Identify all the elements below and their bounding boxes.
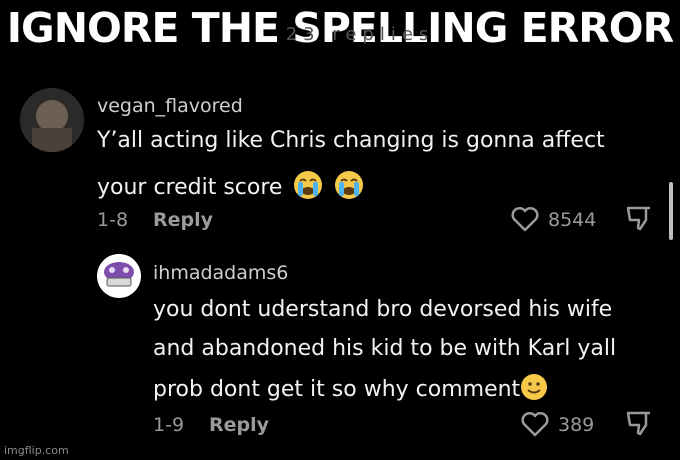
watermark: imgflip.com <box>4 444 69 457</box>
reply-button[interactable]: Reply <box>209 414 269 436</box>
heart-icon[interactable] <box>510 206 540 236</box>
loudly-crying-face-icon <box>293 170 323 206</box>
comment-username[interactable]: vegan_flavored <box>97 95 243 117</box>
slightly-smiling-face-icon <box>520 373 548 407</box>
loudly-crying-face-icon <box>334 170 364 206</box>
comment-date: 1-9 <box>153 414 185 436</box>
scrollbar[interactable] <box>669 182 673 240</box>
replies-count-header: 23 replies <box>285 24 435 45</box>
like-count: 389 <box>558 414 595 436</box>
reply-button[interactable]: Reply <box>153 209 213 231</box>
comment-username[interactable]: ihmadadams6 <box>153 262 288 284</box>
user-avatar-image <box>97 254 141 298</box>
comment-text-line: and abandoned his kid to be with Karl ya… <box>153 336 617 361</box>
comment-text: your credit score <box>97 175 283 200</box>
heart-icon[interactable] <box>520 411 550 441</box>
comment-date: 1-8 <box>97 209 129 231</box>
like-count: 8544 <box>548 209 597 231</box>
comment-text-line: your credit score <box>97 170 364 206</box>
comment-text-line: you dont uderstand bro devorsed his wife <box>153 297 613 322</box>
comment-text: prob dont get it so why comment <box>153 377 521 402</box>
avatar[interactable] <box>20 88 84 152</box>
comment-text-line: Y’all acting like Chris changing is gonn… <box>97 128 605 153</box>
dislike-icon[interactable] <box>624 408 654 442</box>
user-avatar-image <box>20 88 84 152</box>
dislike-icon[interactable] <box>624 203 654 237</box>
avatar[interactable] <box>97 254 141 298</box>
comment-text-line: prob dont get it so why comment <box>153 373 548 407</box>
